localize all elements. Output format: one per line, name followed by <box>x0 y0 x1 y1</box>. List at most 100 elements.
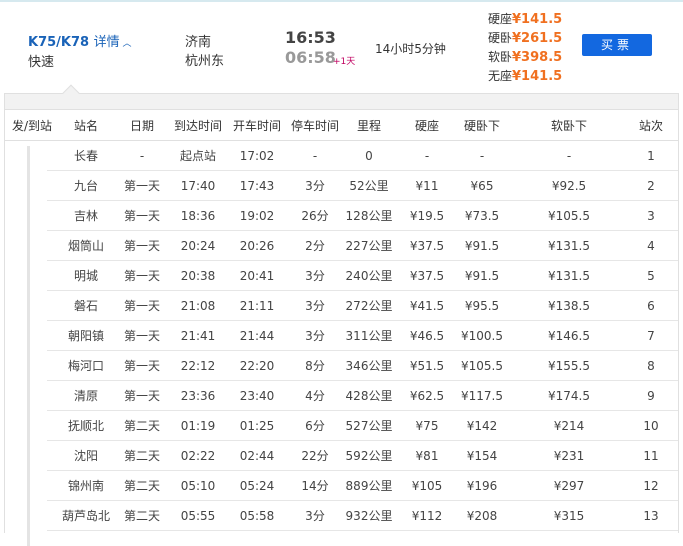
table-row: 九台 第一天 17:40 17:43 3分 52公里 ¥11 ¥65 ¥92.5 2 <box>47 171 678 201</box>
column-header: 到达时间 <box>173 119 223 133</box>
table-cell: 52公里 <box>349 179 389 193</box>
table-cell: 02:22 <box>180 449 216 463</box>
table-cell: 01:19 <box>180 419 216 433</box>
table-cell: ¥95.5 <box>464 299 500 313</box>
table-cell: 05:24 <box>239 479 275 493</box>
table-cell: 17:40 <box>180 179 216 193</box>
table-cell: 第二天 <box>123 509 161 523</box>
table-cell: 05:58 <box>239 509 275 523</box>
table-cell: 21:44 <box>239 329 275 343</box>
detail-toggle[interactable]: 详情 <box>94 35 120 50</box>
column-header: 里程 <box>356 119 382 133</box>
table-cell: ¥112 <box>411 509 443 523</box>
table-row: 锦州南 第二天 05:10 05:24 14分 889公里 ¥105 ¥196 ¥297 12 <box>47 471 678 501</box>
seat-type: 软卧 <box>488 50 513 64</box>
column-header: 开车时间 <box>232 119 282 133</box>
top-divider <box>0 0 683 2</box>
table-cell: 12 <box>643 479 659 493</box>
table-cell: 05:10 <box>180 479 216 493</box>
stop-detail-panel: 发/到站 站名 日期 到达时间 开车时间 停车时间 里程 硬座 硬卧下 软卧下 站次 长春 - 起点站 1… <box>4 84 679 546</box>
table-cell: 21:11 <box>239 299 275 313</box>
column-header: 日期 <box>129 119 155 133</box>
table-cell: ¥231 <box>553 449 585 463</box>
table-cell: ¥196 <box>466 479 498 493</box>
table-cell: 14分 <box>301 479 329 493</box>
table-cell: 6 <box>647 299 655 313</box>
table-cell: 17:02 <box>239 149 275 163</box>
table-cell: 3分 <box>305 299 325 313</box>
table-row: 清原 第一天 23:36 23:40 4分 428公里 ¥62.5 ¥117.5 ¥174.5 9 <box>47 381 678 411</box>
column-header: 软卧下 <box>550 119 588 133</box>
table-cell: 5 <box>647 269 655 283</box>
table-cell: 17:43 <box>239 179 275 193</box>
table-cell: 20:41 <box>239 269 275 283</box>
table-cell: - <box>479 149 485 163</box>
table-cell: 592公里 <box>345 449 393 463</box>
table-cell: 九台 <box>73 179 99 193</box>
table-cell: 锦州南 <box>67 479 105 493</box>
table-cell: ¥214 <box>553 419 585 433</box>
price-3: 无座¥141.5 <box>488 67 562 84</box>
table-cell: ¥62.5 <box>409 389 445 403</box>
table-cell: 527公里 <box>345 419 393 433</box>
table-cell: 烟筒山 <box>67 239 105 253</box>
seat-price: ¥141.5 <box>512 12 563 27</box>
stop-table: 长春 - 起点站 17:02-0- - -1 九台 第一天 17:40 17:43 3分 52公里 ¥1… <box>5 141 678 531</box>
table-cell: 20:26 <box>239 239 275 253</box>
table-cell: 3分 <box>305 509 325 523</box>
table-cell: 第一天 <box>123 329 161 343</box>
table-cell: 第一天 <box>123 359 161 373</box>
table-cell: 葫芦岛北 <box>61 509 111 523</box>
table-cell: 清原 <box>73 389 99 403</box>
seat-type: 无座 <box>488 69 513 83</box>
table-cell: 第二天 <box>123 419 161 433</box>
table-cell: 第二天 <box>123 479 161 493</box>
table-cell: ¥92.5 <box>551 179 587 193</box>
table-cell: 第一天 <box>123 269 161 283</box>
table-cell: ¥41.5 <box>409 299 445 313</box>
table-cell: 20:24 <box>180 239 216 253</box>
table-cell: ¥315 <box>553 509 585 523</box>
table-cell: ¥142 <box>466 419 498 433</box>
table-cell: - <box>312 149 318 163</box>
table-cell: 22:20 <box>239 359 275 373</box>
table-cell: ¥91.5 <box>464 239 500 253</box>
table-cell: ¥174.5 <box>548 389 590 403</box>
day-offset: +1天 <box>333 57 356 67</box>
price-2: 软卧¥398.5 <box>488 48 562 65</box>
table-row: 吉林 第一天 18:36 19:02 26分 128公里 ¥19.5 ¥73.5 ¥105.5 3 <box>47 201 678 231</box>
table-cell: 11 <box>643 449 659 463</box>
table-cell: 3 <box>647 209 655 223</box>
table-cell: 0 <box>365 149 373 163</box>
column-header: 硬座 <box>414 119 440 133</box>
table-cell: 23:40 <box>239 389 275 403</box>
table-row: 梅河口 第一天 22:12 22:20 8分 346公里 ¥51.5 ¥105.5 ¥155.5… <box>47 351 678 381</box>
table-cell: 889公里 <box>345 479 393 493</box>
to-station: 杭州东 <box>185 54 225 69</box>
table-cell: 9 <box>647 389 655 403</box>
table-cell: 朝阳镇 <box>67 329 105 343</box>
table-cell: ¥100.5 <box>461 329 503 343</box>
train-number: K75/K78 <box>28 35 90 50</box>
table-row: 沈阳 第二天 02:22 02:44 22分 592公里 ¥81 ¥154 ¥231 11 <box>47 441 678 471</box>
price-1: 硬卧¥261.5 <box>488 29 562 46</box>
table-cell: ¥81 <box>415 449 439 463</box>
table-cell: ¥65 <box>470 179 494 193</box>
table-cell: 932公里 <box>345 509 393 523</box>
chevron-up-icon: ︿ <box>119 39 132 49</box>
table-row: 长春 - 起点站 17:02 - 0 - - - 1 <box>47 141 678 171</box>
table-cell: 311公里 <box>345 329 393 343</box>
train-number-link[interactable]: K75/K78 详情 ︿ <box>28 31 132 50</box>
table-cell: ¥105 <box>411 479 443 493</box>
table-cell: 抚顺北 <box>67 419 105 433</box>
table-cell: 3分 <box>305 179 325 193</box>
table-header: 发/到站 站名 日期 到达时间 开车时间 停车时间 里程 硬座 硬卧下 软卧下 站次 <box>5 111 678 141</box>
seat-price: ¥398.5 <box>512 50 563 65</box>
table-cell: 3分 <box>305 329 325 343</box>
buy-ticket-button[interactable]: 买票 <box>582 34 652 56</box>
table-cell: 01:25 <box>239 419 275 433</box>
table-cell: ¥138.5 <box>548 299 590 313</box>
column-header: 站名 <box>73 119 99 133</box>
table-cell: - <box>566 149 572 163</box>
table-cell: 第二天 <box>123 449 161 463</box>
